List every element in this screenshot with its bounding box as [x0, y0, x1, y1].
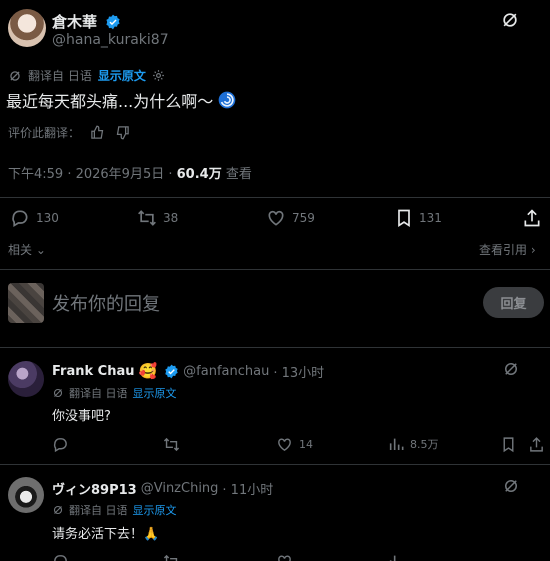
settings-gear-icon[interactable]: [152, 69, 165, 82]
verified-badge-icon: [164, 364, 179, 379]
grok-icon[interactable]: [502, 360, 520, 378]
bookmark-count: 131: [419, 211, 442, 225]
analytics-icon: [388, 436, 404, 452]
reply-avatar[interactable]: [8, 477, 44, 513]
repost-icon: [163, 553, 180, 561]
heart-icon: [276, 553, 293, 561]
bookmark-icon: [501, 436, 516, 453]
thumbs-down-icon[interactable]: [115, 125, 130, 140]
my-avatar: [8, 283, 44, 323]
reply-time[interactable]: · 11小时: [222, 479, 273, 498]
reply-header: ヴィン89P13 @VinzChing · 11小时: [52, 479, 273, 498]
chevron-right-icon: ›: [530, 243, 536, 257]
related-link[interactable]: 相关 ⌄: [8, 241, 46, 258]
divider: [0, 269, 550, 270]
reply-header: Frank Chau 🥰 @fanfanchau · 13小时: [52, 362, 324, 382]
post-text-content: 最近每天都头痛...为什么啊～: [6, 92, 214, 111]
translated-from-label: 翻译自 日语: [28, 69, 92, 83]
like-action[interactable]: 14: [276, 436, 313, 453]
reply-text: 你没事吧?: [52, 409, 111, 424]
bookmark-action[interactable]: [501, 436, 516, 453]
rate-translation-row: 评价此翻译：: [8, 124, 130, 141]
translated-from-label: 翻译自 日语: [69, 387, 128, 400]
like-count: 14: [299, 438, 313, 451]
analytics-icon: [388, 553, 404, 561]
thumbs-up-icon[interactable]: [90, 125, 105, 140]
translation-row: 翻译自 日语 显示原文: [8, 67, 165, 84]
show-original-link[interactable]: 显示原文: [133, 502, 177, 518]
reply-author-handle[interactable]: @fanfanchau: [183, 364, 269, 379]
translate-icon: [52, 504, 64, 516]
reply-action[interactable]: [52, 553, 69, 561]
author-avatar[interactable]: [8, 9, 46, 47]
bookmark-action[interactable]: 131: [395, 208, 442, 228]
repost-action[interactable]: [163, 436, 180, 453]
reply-count: 130: [36, 211, 59, 225]
views-count: 8.5万: [410, 438, 439, 451]
share-icon: [522, 208, 542, 228]
repost-icon: [137, 208, 157, 228]
repost-action[interactable]: 38: [137, 208, 178, 228]
divider: [0, 197, 550, 198]
heart-icon: [276, 436, 293, 453]
like-action[interactable]: 759: [266, 208, 315, 228]
divider: [0, 464, 550, 465]
reply-time[interactable]: · 13小时: [273, 362, 324, 381]
reply-input[interactable]: 发布你的回复: [52, 290, 160, 316]
reply-author-name[interactable]: Frank Chau: [52, 364, 134, 379]
grok-icon[interactable]: [500, 10, 520, 30]
translate-icon: [52, 387, 64, 399]
heart-icon: [266, 208, 286, 228]
share-action[interactable]: [528, 436, 545, 453]
views-action[interactable]: 8.5万: [388, 436, 439, 452]
repost-action[interactable]: [163, 553, 180, 561]
verified-badge-icon: [105, 14, 121, 30]
view-quotes-link[interactable]: 查看引用 ›: [479, 241, 536, 258]
reply-avatar[interactable]: [8, 361, 44, 397]
translate-icon: [8, 69, 22, 83]
divider: [0, 347, 550, 348]
cyclone-emoji-icon: [217, 90, 237, 110]
blushing-emoji-icon: 🥰: [138, 362, 158, 380]
chevron-down-icon: ⌄: [35, 243, 46, 257]
show-original-link[interactable]: 显示原文: [133, 385, 177, 401]
reply-button[interactable]: 回复: [483, 287, 544, 318]
post-text: 最近每天都头痛...为什么啊～: [6, 88, 237, 112]
share-action[interactable]: [522, 208, 542, 228]
reply-author-name[interactable]: ヴィン89P13: [52, 479, 137, 498]
related-label: 相关: [8, 243, 33, 257]
show-original-link[interactable]: 显示原文: [98, 67, 146, 84]
views-label: 查看: [221, 167, 252, 182]
like-count: 759: [292, 211, 315, 225]
share-icon: [528, 436, 545, 453]
repost-count: 38: [163, 211, 179, 225]
views-count: 60.4万: [176, 167, 222, 182]
reply-action[interactable]: [52, 436, 69, 453]
reply-icon: [52, 553, 69, 561]
rate-translation-label: 评价此翻译：: [8, 126, 81, 140]
reply-translation-row: 翻译自 日语 显示原文: [52, 502, 177, 518]
translated-from-label: 翻译自 日语: [69, 504, 128, 517]
post-meta: 下午4:59 · 2026年9月5日 · 60.4万 查看: [8, 163, 252, 182]
reply-icon: [10, 208, 30, 228]
view-quotes-label: 查看引用: [479, 243, 528, 257]
reply-action-bar: 14 8.5万: [0, 436, 550, 456]
author-name-text: 倉木華: [52, 13, 98, 31]
reply-icon: [52, 436, 69, 453]
grok-icon[interactable]: [502, 477, 520, 495]
views-action[interactable]: [388, 553, 404, 561]
reply-action[interactable]: 130: [10, 208, 59, 228]
reply-action-bar: [0, 553, 550, 561]
author-name[interactable]: 倉木華: [52, 11, 121, 32]
reply-text: 请务必活下去！🙏: [52, 527, 160, 542]
reply-author-handle[interactable]: @VinzChing: [141, 481, 219, 496]
post-action-bar: 130 38 759 131: [0, 208, 550, 232]
author-handle[interactable]: @hana_kuraki87: [52, 32, 169, 48]
like-action[interactable]: [276, 553, 293, 561]
reply-translation-row: 翻译自 日语 显示原文: [52, 385, 177, 401]
repost-icon: [163, 436, 180, 453]
post-timestamp[interactable]: 下午4:59 · 2026年9月5日 ·: [8, 167, 177, 182]
bookmark-icon: [395, 208, 413, 228]
